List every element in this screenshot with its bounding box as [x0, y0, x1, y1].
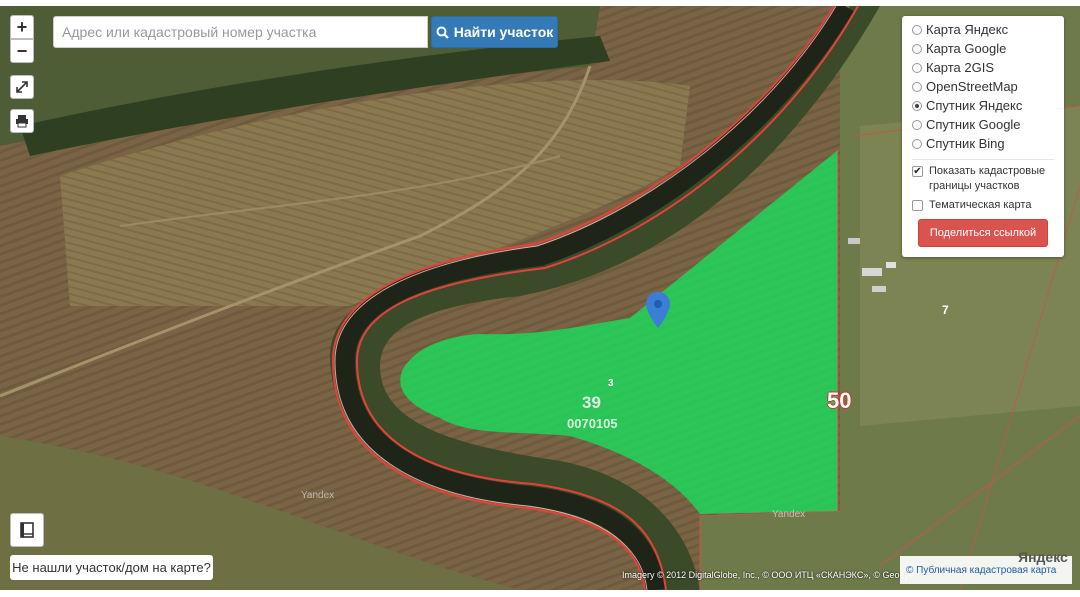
not-found-button[interactable]: Не нашли участок/дом на карте?: [10, 555, 213, 580]
expand-icon: [16, 81, 28, 93]
layer-label: Карта 2GIS: [926, 60, 995, 75]
printer-icon: [16, 115, 28, 128]
thematic-map-label: Тематическая карта: [929, 199, 1032, 211]
layer-bing-satellite[interactable]: Спутник Bing: [912, 134, 1064, 153]
radio-icon: [912, 62, 922, 73]
legend-button[interactable]: [10, 513, 44, 547]
radio-icon: [912, 81, 922, 92]
location-pin-icon[interactable]: [646, 292, 670, 328]
layer-label: OpenStreetMap: [926, 79, 1018, 94]
layers-panel: Карта Яндекс Карта Google Карта 2GIS Ope…: [902, 16, 1064, 257]
layer-2gis-map[interactable]: Карта 2GIS: [912, 58, 1064, 77]
parcel-number-7: 7: [942, 303, 949, 317]
radio-selected-icon: [912, 100, 922, 111]
layer-openstreetmap[interactable]: OpenStreetMap: [912, 77, 1064, 96]
show-cadastral-toggle[interactable]: ✔ Показать кадастровые границы участков: [912, 164, 1064, 194]
find-parcel-label: Найти участок: [453, 24, 554, 40]
fullscreen-button[interactable]: [10, 75, 34, 99]
yandex-watermark: Yandex: [301, 490, 335, 501]
divider: [912, 159, 1054, 160]
yandex-logo: Яндекс: [1018, 549, 1068, 565]
layer-yandex-map[interactable]: Карта Яндекс: [912, 20, 1064, 39]
layer-yandex-satellite[interactable]: Спутник Яндекс: [912, 96, 1064, 115]
share-link-button[interactable]: Поделиться ссылкой: [918, 219, 1048, 247]
layer-label: Карта Яндекс: [926, 22, 1009, 37]
parcel-number-50: 50: [827, 388, 852, 413]
layer-label: Спутник Google: [926, 117, 1021, 132]
radio-icon: [912, 43, 922, 54]
checkbox-icon: [912, 200, 923, 211]
radio-icon: [912, 119, 922, 130]
search-input[interactable]: [53, 16, 428, 48]
layer-google-satellite[interactable]: Спутник Google: [912, 115, 1064, 134]
zoom-in-button[interactable]: +: [10, 15, 34, 39]
find-parcel-button[interactable]: Найти участок: [431, 16, 558, 48]
show-cadastral-label: Показать кадастровые границы участков: [929, 165, 1046, 192]
layer-label: Спутник Яндекс: [926, 98, 1023, 113]
book-icon: [20, 522, 34, 538]
zoom-out-button[interactable]: −: [10, 39, 34, 63]
print-button[interactable]: [10, 109, 34, 133]
checkbox-checked-icon: ✔: [912, 166, 923, 177]
cadastral-quarter-code: 0070105: [567, 416, 618, 431]
thematic-map-toggle[interactable]: Тематическая карта: [912, 198, 1064, 213]
radio-icon: [912, 24, 922, 35]
layer-google-map[interactable]: Карта Google: [912, 39, 1064, 58]
parcel-number-3: 3: [608, 378, 614, 389]
search-icon: [436, 26, 449, 39]
radio-icon: [912, 138, 922, 149]
layer-label: Карта Google: [926, 41, 1007, 56]
imagery-attribution: Imagery © 2012 DigitalGlobe, Inc., © ООО…: [622, 570, 914, 580]
yandex-watermark: Yandex: [772, 509, 806, 520]
layer-label: Спутник Bing: [926, 136, 1005, 151]
parcel-number-39: 39: [582, 393, 601, 412]
